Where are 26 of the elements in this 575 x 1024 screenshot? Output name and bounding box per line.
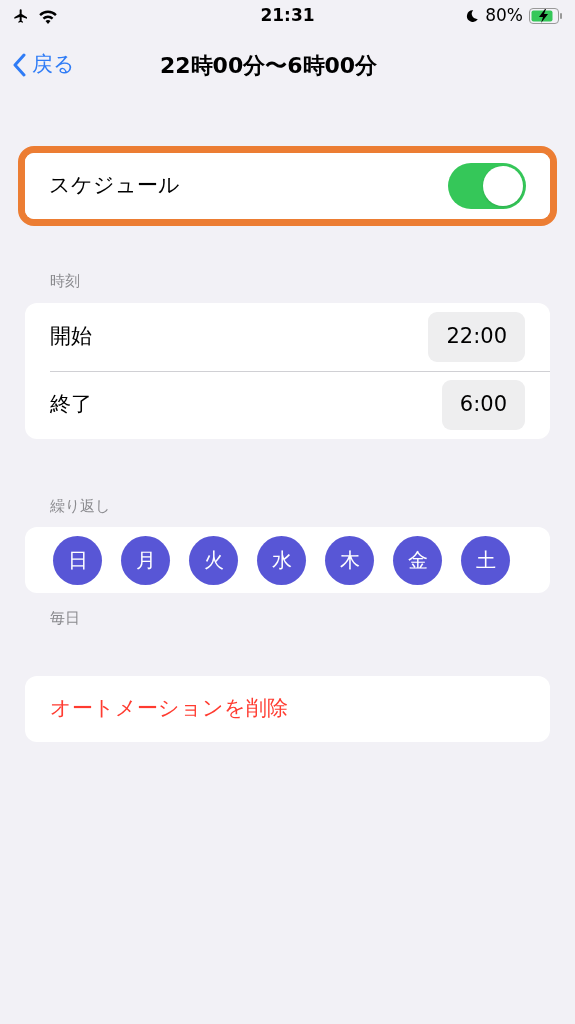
back-button[interactable]: 戻る bbox=[12, 49, 75, 81]
schedule-label: スケジュール bbox=[49, 172, 180, 200]
battery-charging-icon bbox=[529, 8, 563, 24]
day-toggle[interactable]: 水 bbox=[257, 535, 306, 585]
wifi-icon bbox=[38, 8, 58, 24]
status-time: 21:31 bbox=[260, 4, 315, 28]
day-toggle[interactable]: 日 bbox=[53, 535, 102, 585]
battery-percent: 80% bbox=[485, 4, 523, 28]
day-toggle[interactable]: 火 bbox=[189, 535, 238, 585]
airplane-icon bbox=[12, 8, 30, 24]
chevron-left-icon bbox=[12, 53, 26, 77]
day-toggle[interactable]: 木 bbox=[325, 535, 374, 585]
time-picker[interactable]: 22:00 bbox=[428, 311, 525, 362]
time-label: 開始 bbox=[50, 322, 92, 350]
moon-icon bbox=[465, 9, 480, 23]
time-picker[interactable]: 6:00 bbox=[441, 380, 525, 430]
nav-title: 22時00分〜6時00分 bbox=[160, 51, 378, 80]
section-header: 時刻 bbox=[50, 271, 81, 292]
delete-automation-button[interactable]: オートメーションを削除 bbox=[25, 675, 550, 742]
schedule-switch[interactable] bbox=[448, 163, 526, 209]
day-toggle[interactable]: 金 bbox=[393, 535, 442, 585]
section-header: 繰り返し bbox=[50, 495, 111, 517]
time-label: 終了 bbox=[50, 391, 92, 419]
day-toggle[interactable]: 月 bbox=[121, 535, 170, 585]
repeat-summary: 毎日 bbox=[50, 608, 81, 629]
day-toggle[interactable]: 土 bbox=[461, 535, 510, 585]
